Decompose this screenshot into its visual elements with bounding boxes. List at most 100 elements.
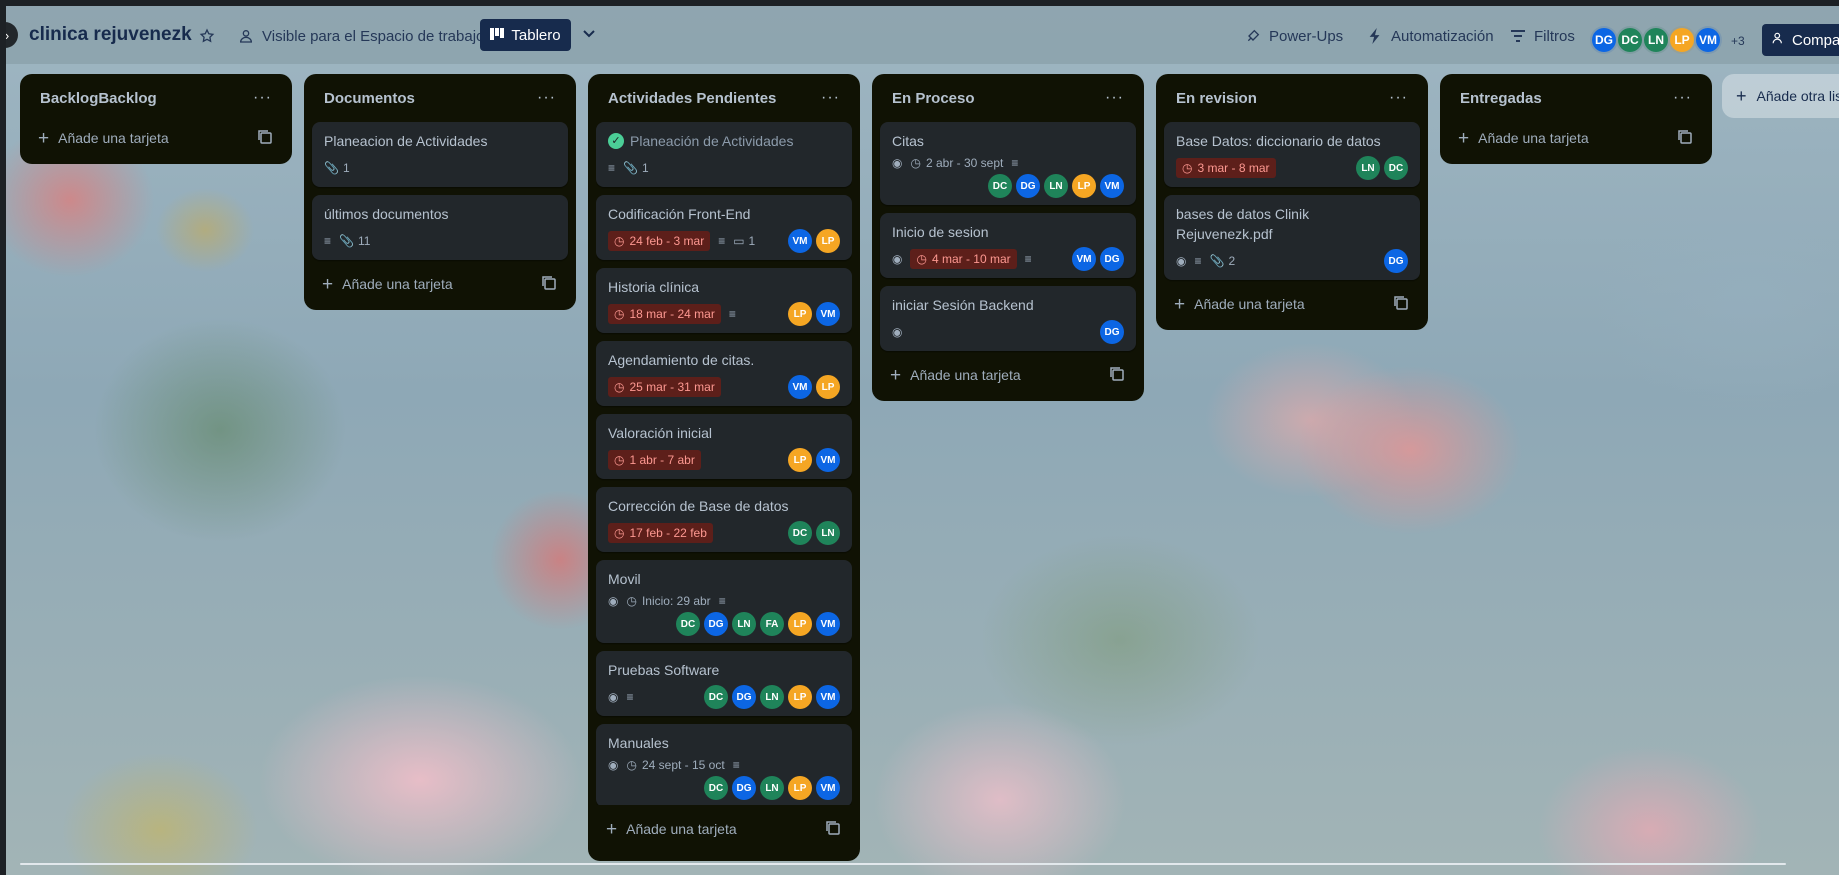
filters-button[interactable]: Filtros (1509, 20, 1575, 52)
avatar[interactable]: DC (988, 174, 1012, 198)
list-title[interactable]: BacklogBacklog (40, 90, 157, 107)
avatar[interactable]: DG (732, 685, 756, 709)
date-badge[interactable]: ◷ 2 abr - 30 sept (910, 156, 1003, 170)
card[interactable]: Pruebas Software ◉ ≡ DC DG LN LP VM (596, 651, 852, 716)
avatar[interactable]: LP (788, 448, 812, 472)
add-card-button[interactable]: + Añade una tarjeta (1174, 295, 1305, 314)
avatar[interactable]: LN (1356, 156, 1380, 180)
avatar[interactable]: LP (788, 685, 812, 709)
complete-check-icon[interactable]: ✓ (608, 133, 624, 149)
card[interactable]: bases de datos Clinik Rejuvenezk.pdf ◉ ≡… (1164, 195, 1420, 280)
horizontal-scrollbar[interactable] (20, 863, 1786, 865)
add-card-button[interactable]: + Añade una tarjeta (890, 366, 1021, 385)
avatar[interactable]: DG (1384, 249, 1408, 273)
view-switcher-chevron-icon[interactable] (582, 26, 596, 42)
avatar[interactable]: DG (732, 776, 756, 800)
template-icon[interactable] (826, 821, 842, 837)
date-badge[interactable]: ◷ 24 sept - 15 oct (626, 758, 724, 772)
add-card-button[interactable]: + Añade una tarjeta (322, 275, 453, 294)
list-menu-icon[interactable]: ··· (1673, 89, 1692, 107)
avatar[interactable]: LP (788, 302, 812, 326)
list-title[interactable]: Documentos (324, 90, 415, 107)
card[interactable]: Corrección de Base de datos ◷ 17 feb - 22… (596, 487, 852, 552)
avatar[interactable]: VM (788, 229, 812, 253)
avatar[interactable]: DC (1384, 156, 1408, 180)
avatar[interactable]: DG (704, 612, 728, 636)
due-date-badge[interactable]: ◷ 3 mar - 8 mar (1176, 158, 1276, 178)
avatar[interactable]: DC (788, 521, 812, 545)
avatar[interactable]: VM (816, 685, 840, 709)
card[interactable]: ✓ Planeación de Actividades ≡ 📎 1 (596, 122, 852, 187)
automation-button[interactable]: Automatización (1366, 20, 1494, 52)
avatar[interactable]: LP (788, 612, 812, 636)
card[interactable]: Citas ◉ ◷ 2 abr - 30 sept ≡ DC DG LN LP VM (880, 122, 1136, 205)
avatar[interactable]: VM (816, 776, 840, 800)
card[interactable]: Planeacion de Actividades 📎 1 (312, 122, 568, 187)
card[interactable]: Movil ◉ ◷ Inicio: 29 abr ≡ DC DG LN FA LP VM (596, 560, 852, 643)
start-date-badge[interactable]: ◷ Inicio: 29 abr (626, 594, 710, 608)
avatar[interactable]: LP (1072, 174, 1096, 198)
avatar[interactable]: VM (1694, 26, 1722, 54)
avatar[interactable]: DG (1100, 320, 1124, 344)
template-icon[interactable] (542, 276, 558, 292)
avatar[interactable]: LP (816, 375, 840, 399)
list-menu-icon[interactable]: ··· (821, 89, 840, 107)
card[interactable]: Codificación Front-End ◷ 24 feb - 3 mar ≡… (596, 195, 852, 260)
list-menu-icon[interactable]: ··· (1389, 89, 1408, 107)
share-button[interactable]: Compartir (1762, 24, 1839, 56)
due-date-badge[interactable]: ◷ 4 mar - 10 mar (910, 249, 1017, 269)
avatar[interactable]: DC (1616, 26, 1644, 54)
template-icon[interactable] (1394, 296, 1410, 312)
list-menu-icon[interactable]: ··· (537, 89, 556, 107)
card[interactable]: Agendamiento de citas. ◷ 25 mar - 31 mar … (596, 341, 852, 406)
avatar[interactable]: LN (760, 776, 784, 800)
list-title[interactable]: En revision (1176, 90, 1257, 107)
avatar[interactable]: DG (1590, 26, 1618, 54)
list-title[interactable]: Entregadas (1460, 90, 1542, 107)
list-title[interactable]: Actividades Pendientes (608, 90, 776, 107)
more-members-count[interactable]: +3 (1731, 34, 1745, 48)
card[interactable]: Manuales ◉ ◷ 24 sept - 15 oct ≡ DC DG LN LP V… (596, 724, 852, 805)
avatar[interactable]: LN (1642, 26, 1670, 54)
list-menu-icon[interactable]: ··· (253, 89, 272, 107)
avatar[interactable]: LN (1044, 174, 1068, 198)
due-date-badge[interactable]: ◷ 18 mar - 24 mar (608, 304, 721, 324)
due-date-badge[interactable]: ◷ 25 mar - 31 mar (608, 377, 721, 397)
avatar[interactable]: VM (816, 612, 840, 636)
avatar[interactable]: VM (1072, 247, 1096, 271)
card[interactable]: últimos documentos ≡ 📎 11 (312, 195, 568, 260)
card[interactable]: Valoración inicial ◷ 1 abr - 7 abr LP VM (596, 414, 852, 479)
card[interactable]: Inicio de sesion ◉ ◷ 4 mar - 10 mar ≡ VM D… (880, 213, 1136, 278)
avatar[interactable]: VM (816, 302, 840, 326)
board-title[interactable]: clinica rejuvenezk (29, 24, 192, 46)
add-card-button[interactable]: + Añade una tarjeta (606, 820, 737, 839)
avatar[interactable]: LN (816, 521, 840, 545)
avatar[interactable]: DC (676, 612, 700, 636)
due-date-badge[interactable]: ◷ 1 abr - 7 abr (608, 450, 701, 470)
due-date-badge[interactable]: ◷ 17 feb - 22 feb (608, 523, 713, 543)
board-view-button[interactable]: Tablero (480, 19, 571, 51)
avatar[interactable]: VM (1100, 174, 1124, 198)
card[interactable]: Base Datos: diccionario de datos ◷ 3 mar … (1164, 122, 1420, 187)
list-title[interactable]: En Proceso (892, 90, 975, 107)
avatar[interactable]: VM (816, 448, 840, 472)
avatar[interactable]: LN (760, 685, 784, 709)
add-list-button[interactable]: + Añade otra lista (1722, 74, 1839, 118)
card[interactable]: iniciar Sesión Backend ◉ DG (880, 286, 1136, 351)
template-icon[interactable] (1678, 130, 1694, 146)
avatar[interactable]: DC (704, 685, 728, 709)
avatar[interactable]: DC (704, 776, 728, 800)
avatar[interactable]: LP (788, 776, 812, 800)
star-button[interactable] (198, 20, 216, 52)
avatar[interactable]: LN (732, 612, 756, 636)
avatar[interactable]: DG (1100, 247, 1124, 271)
avatar[interactable]: LP (1668, 26, 1696, 54)
due-date-badge[interactable]: ◷ 24 feb - 3 mar (608, 231, 711, 251)
board-members[interactable]: DG DC LN LP VM (1590, 26, 1722, 54)
template-icon[interactable] (1110, 367, 1126, 383)
avatar[interactable]: LP (816, 229, 840, 253)
template-icon[interactable] (258, 130, 274, 146)
avatar[interactable]: FA (760, 612, 784, 636)
avatar[interactable]: VM (788, 375, 812, 399)
avatar[interactable]: DG (1016, 174, 1040, 198)
